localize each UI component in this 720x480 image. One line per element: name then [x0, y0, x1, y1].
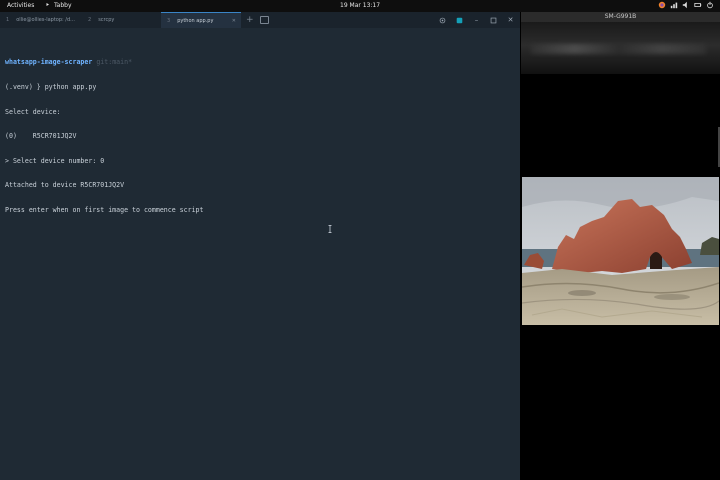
tabby-window: 1 ollie@ollies-laptop: /d... 2 scrcpy 3 … — [0, 12, 520, 480]
maximize-icon[interactable] — [490, 17, 497, 24]
tab-label: scrcpy — [98, 17, 115, 23]
new-tab-icon[interactable]: + — [246, 15, 254, 25]
notification-icon[interactable] — [456, 17, 463, 24]
tab-shell[interactable]: 1 ollie@ollies-laptop: /d... — [0, 12, 82, 28]
terminal-line: Select device: — [5, 107, 61, 116]
tab-number: 3 — [167, 17, 171, 24]
phone-window-title: SM-G991B — [521, 12, 720, 22]
network-icon[interactable] — [670, 1, 678, 9]
blurred-header — [521, 22, 720, 74]
power-icon[interactable] — [706, 1, 714, 9]
tabby-icon — [46, 3, 49, 6]
tab-bar: 1 ollie@ollies-laptop: /d... 2 scrcpy 3 … — [0, 12, 520, 28]
app-menu[interactable]: Tabby — [46, 2, 72, 9]
terminal-line: Attached to device R5CR701JQ2V — [5, 181, 125, 190]
tab-number: 2 — [88, 17, 92, 23]
top-bar: Activities Tabby 19 Mar 13:17 — [0, 0, 720, 12]
window-controls: – ✕ — [439, 12, 520, 28]
volume-icon[interactable] — [682, 1, 690, 9]
clock[interactable]: 19 Mar 13:17 — [340, 2, 380, 9]
text-cursor-icon — [328, 225, 332, 233]
rock-arch-coast-photo — [522, 177, 719, 325]
terminal-line: (0) R5CR701JQ2V — [5, 132, 77, 141]
tab-label: python app.py — [177, 17, 214, 24]
terminal-prompt: whatsapp-image-scraper git:main* — [5, 58, 515, 66]
tab-label: ollie@ollies-laptop: /d... — [16, 17, 75, 23]
battery-icon[interactable] — [694, 1, 702, 9]
tab-python-app[interactable]: 3 python app.py ✕ — [161, 12, 241, 28]
split-pane-icon[interactable] — [260, 16, 269, 24]
activities-button[interactable]: Activities — [7, 2, 34, 9]
terminal-line: > Select device number: 0 — [5, 156, 105, 165]
terminal-output[interactable]: whatsapp-image-scraper git:main* (.venv)… — [5, 42, 515, 231]
settings-icon[interactable] — [439, 17, 446, 24]
close-window-icon[interactable]: ✕ — [507, 16, 514, 24]
prompt-branch: git:main* — [96, 58, 133, 67]
system-tray[interactable] — [658, 1, 714, 9]
prompt-directory: whatsapp-image-scraper — [5, 58, 93, 67]
firefox-icon[interactable] — [658, 1, 666, 9]
photo-view[interactable] — [522, 177, 719, 325]
tab-number: 1 — [6, 17, 10, 23]
terminal-line: Press enter when on first image to comme… — [5, 206, 204, 215]
terminal-line: (.venv) } python app.py — [5, 83, 97, 92]
phone-mirror-window[interactable]: SM-G991B — [521, 12, 720, 480]
close-tab-icon[interactable]: ✕ — [232, 18, 236, 24]
app-name: Tabby — [54, 2, 72, 9]
minimize-icon[interactable]: – — [473, 16, 480, 24]
tab-scrcpy[interactable]: 2 scrcpy — [82, 12, 161, 28]
